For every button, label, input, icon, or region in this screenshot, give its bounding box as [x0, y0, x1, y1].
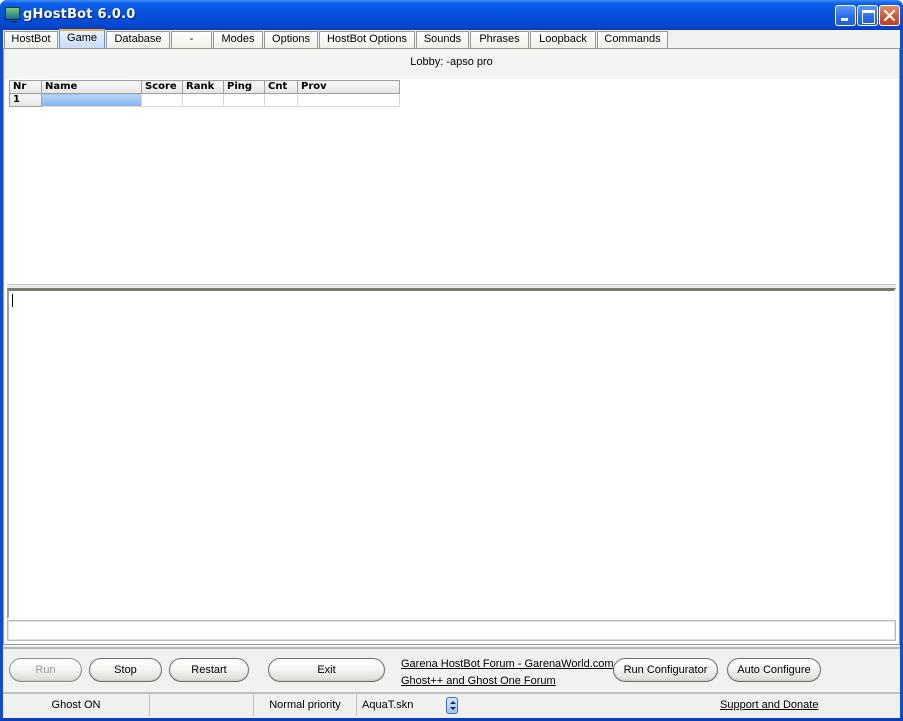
- tab-sounds[interactable]: Sounds: [416, 31, 469, 48]
- lobby-label: Lobby: -apso pro: [4, 49, 899, 79]
- button-bar: Run Stop Restart Exit Garena HostBot For…: [3, 647, 900, 691]
- tab-commands[interactable]: Commands: [597, 31, 668, 48]
- game-tab-panel: Lobby: -apso pro Nr Name Score Rank Ping…: [3, 48, 900, 645]
- tab-hostbot-options[interactable]: HostBot Options: [319, 31, 415, 48]
- skin-spinner-icon[interactable]: [446, 697, 458, 714]
- run-configurator-button[interactable]: Run Configurator: [613, 658, 718, 682]
- column-header-name[interactable]: Name: [41, 80, 142, 94]
- tab-phrases[interactable]: Phrases: [470, 31, 529, 48]
- auto-configure-button[interactable]: Auto Configure: [727, 658, 821, 682]
- garena-forum-link[interactable]: Garena HostBot Forum - GarenaWorld.com: [401, 658, 614, 670]
- column-header-ping[interactable]: Ping: [223, 80, 265, 94]
- skin-select[interactable]: AquaT.skn: [357, 694, 447, 716]
- ghost-forum-link[interactable]: Ghost++ and Ghost One Forum: [401, 675, 556, 687]
- column-header-score[interactable]: Score: [141, 80, 183, 94]
- cell-ping[interactable]: [223, 93, 265, 107]
- tab-loopback[interactable]: Loopback: [530, 31, 596, 48]
- cell-cnt[interactable]: [264, 93, 298, 107]
- tab-game[interactable]: Game: [59, 29, 105, 48]
- tab-dash[interactable]: -: [171, 31, 212, 48]
- tab-hostbot[interactable]: HostBot: [4, 31, 58, 48]
- client-area: HostBot Game Database - Modes Options Ho…: [3, 29, 900, 718]
- tab-database[interactable]: Database: [106, 31, 170, 48]
- maximize-button[interactable]: [857, 5, 878, 26]
- players-table: Nr Name Score Rank Ping Cnt Prov 1: [9, 80, 400, 107]
- column-header-nr[interactable]: Nr: [9, 80, 42, 94]
- ghost-status: Ghost ON: [3, 694, 150, 716]
- log-textarea[interactable]: [7, 288, 896, 619]
- app-window: gHostBot 6.0.0 HostBot Game Database - M…: [0, 0, 903, 721]
- window-title: gHostBot 6.0.0: [23, 7, 136, 22]
- run-button[interactable]: Run: [9, 658, 82, 682]
- restart-button[interactable]: Restart: [169, 658, 249, 682]
- title-bar[interactable]: gHostBot 6.0.0: [0, 0, 903, 30]
- players-panel: Nr Name Score Rank Ping Cnt Prov 1: [7, 79, 896, 284]
- tab-strip: HostBot Game Database - Modes Options Ho…: [3, 29, 900, 48]
- close-icon: [883, 9, 896, 22]
- tab-options[interactable]: Options: [264, 31, 318, 48]
- cell-rank[interactable]: [182, 93, 224, 107]
- exit-button[interactable]: Exit: [268, 658, 385, 682]
- column-header-cnt[interactable]: Cnt: [264, 80, 298, 94]
- cell-nr: 1: [9, 93, 42, 107]
- command-input[interactable]: [7, 620, 896, 641]
- cell-score[interactable]: [141, 93, 183, 107]
- support-donate-link[interactable]: Support and Donate: [720, 699, 818, 711]
- status-empty-cell: [150, 694, 254, 716]
- table-header-row: Nr Name Score Rank Ping Cnt Prov: [9, 80, 400, 94]
- minimize-button[interactable]: [835, 5, 856, 26]
- text-caret: [12, 294, 13, 307]
- table-row[interactable]: 1: [9, 93, 400, 107]
- tab-modes[interactable]: Modes: [213, 31, 263, 48]
- priority-status: Normal priority: [254, 694, 357, 716]
- stop-button[interactable]: Stop: [89, 658, 162, 682]
- column-header-prov[interactable]: Prov: [297, 80, 400, 94]
- status-bar: Ghost ON Normal priority AquaT.skn Suppo…: [3, 692, 900, 718]
- column-header-rank[interactable]: Rank: [182, 80, 224, 94]
- cell-name[interactable]: [41, 93, 142, 107]
- cell-prov[interactable]: [297, 93, 400, 107]
- app-monitor-icon: [5, 7, 20, 23]
- close-button[interactable]: [879, 5, 900, 26]
